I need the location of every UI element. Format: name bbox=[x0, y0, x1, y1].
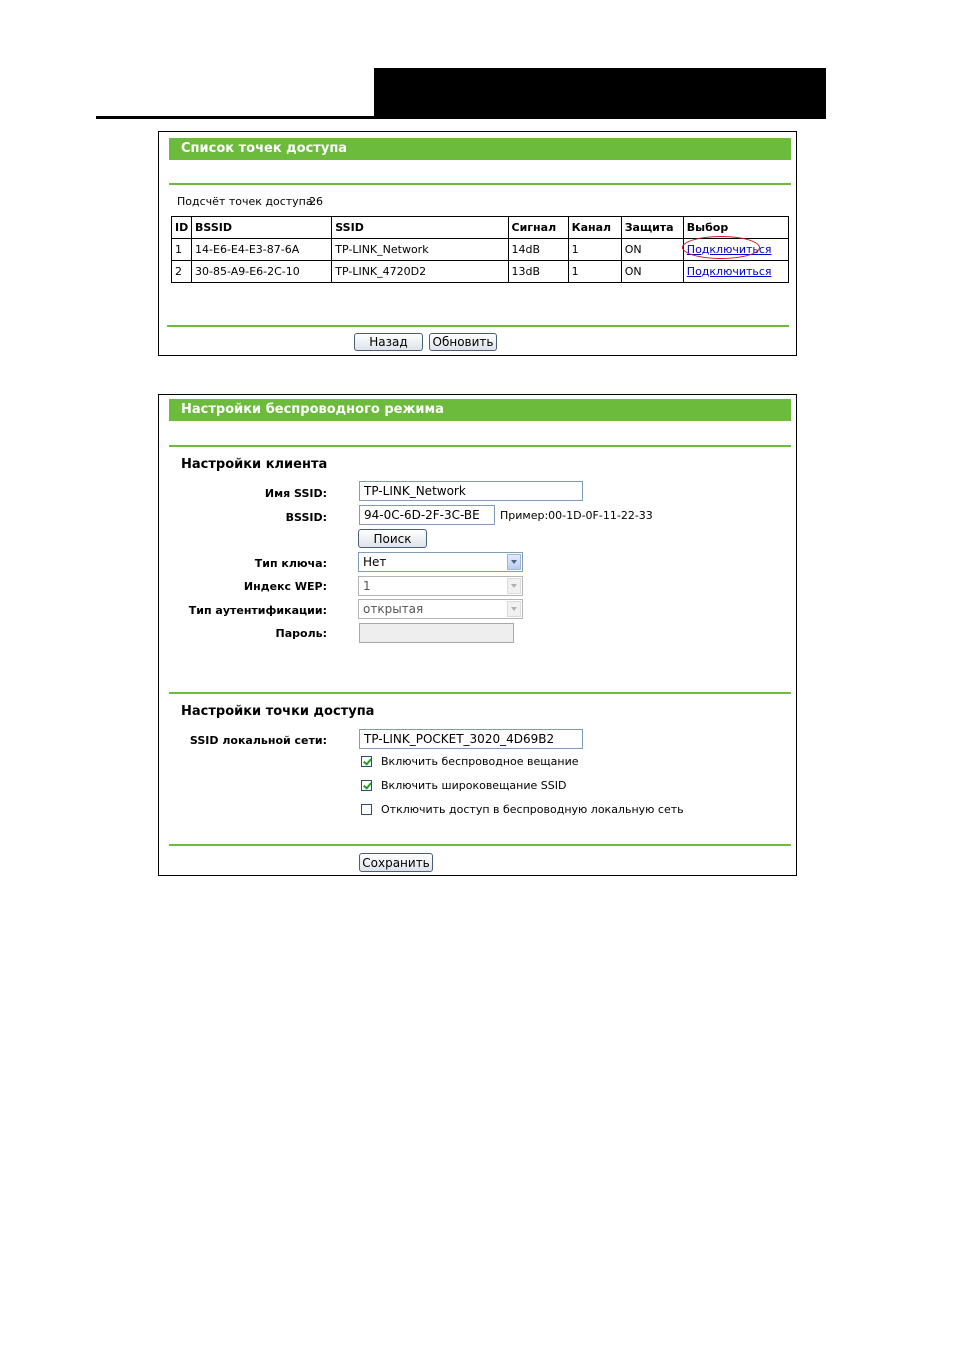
ap-table-header: ID BSSID SSID Сигнал Канал Защита Выбор bbox=[170, 216, 790, 239]
divider bbox=[169, 445, 791, 447]
local-ssid-label: SSID локальной сети: bbox=[189, 734, 327, 747]
wep-index-label: Индекс WEP: bbox=[243, 580, 327, 593]
ap-list-title: Список точек доступа bbox=[169, 138, 791, 160]
bssid-label: BSSID: bbox=[285, 511, 327, 524]
divider bbox=[169, 183, 791, 185]
key-type-select[interactable]: Нет bbox=[358, 552, 523, 572]
ssid-label: Имя SSID: bbox=[264, 487, 327, 500]
wep-index-select[interactable]: 1 bbox=[358, 576, 523, 596]
col-signal: Сигнал bbox=[507, 216, 569, 239]
table-row: 1 14-E6-E4-E3-87-6A TP-LINK_Network 14dB… bbox=[170, 236, 790, 261]
ssid-input[interactable] bbox=[359, 481, 583, 501]
auth-type-label: Тип аутентификации: bbox=[188, 604, 327, 617]
cell-action: Подключиться bbox=[682, 260, 790, 283]
header-rule bbox=[96, 116, 826, 119]
ap-count-label: Подсчёт точек доступа: bbox=[177, 195, 317, 208]
cell-channel: 1 bbox=[567, 260, 622, 283]
wireless-settings-panel: Настройки беспроводного режима Настройки… bbox=[158, 394, 797, 876]
wireless-title: Настройки беспроводного режима bbox=[169, 399, 791, 421]
ap-count-value: 26 bbox=[309, 195, 323, 208]
disable-access-label: Отключить доступ в беспроводную локальну… bbox=[381, 803, 684, 816]
chevron-down-icon[interactable] bbox=[507, 601, 521, 617]
back-button[interactable]: Назад bbox=[354, 333, 423, 351]
cell-bssid: 30-85-A9-E6-2C-10 bbox=[191, 260, 333, 283]
ap-table: ID BSSID SSID Сигнал Канал Защита Выбор … bbox=[170, 216, 790, 283]
broadcast-checkbox[interactable] bbox=[361, 756, 372, 767]
divider bbox=[169, 692, 791, 694]
search-button[interactable]: Поиск bbox=[358, 529, 427, 548]
connect-link[interactable]: Подключиться bbox=[681, 236, 772, 259]
header-black-bar bbox=[374, 68, 826, 117]
auth-type-select[interactable]: открытая bbox=[358, 599, 523, 619]
save-button[interactable]: Сохранить bbox=[359, 853, 433, 872]
auth-type-value: открытая bbox=[363, 602, 424, 616]
cell-security: ON bbox=[620, 238, 684, 261]
cell-id: 1 bbox=[170, 238, 193, 261]
broadcast-label: Включить беспроводное вещание bbox=[381, 755, 579, 768]
cell-signal: 14dB bbox=[507, 238, 569, 261]
disable-access-checkbox[interactable] bbox=[361, 804, 372, 815]
ssid-broadcast-label: Включить широковещание SSID bbox=[381, 779, 567, 792]
chevron-down-icon[interactable] bbox=[507, 578, 521, 594]
wep-index-value: 1 bbox=[363, 579, 371, 593]
bssid-example: Пример:00-1D-0F-11-22-33 bbox=[500, 509, 653, 522]
cell-channel: 1 bbox=[567, 238, 622, 261]
col-channel: Канал bbox=[567, 216, 622, 239]
col-security: Защита bbox=[620, 216, 684, 239]
chevron-down-icon[interactable] bbox=[507, 554, 521, 570]
cell-action: Подключиться bbox=[681, 236, 790, 261]
cell-bssid: 14-E6-E4-E3-87-6A bbox=[191, 238, 333, 261]
cell-security: ON bbox=[620, 260, 684, 283]
local-ssid-input[interactable] bbox=[359, 729, 583, 749]
ap-section-title: Настройки точки доступа bbox=[181, 704, 375, 719]
ssid-broadcast-checkbox[interactable] bbox=[361, 780, 372, 791]
refresh-button[interactable]: Обновить bbox=[429, 333, 497, 351]
connect-link[interactable]: Подключиться bbox=[687, 265, 772, 278]
col-action: Выбор bbox=[682, 216, 790, 239]
client-section-title: Настройки клиента bbox=[181, 457, 328, 472]
key-type-label: Тип ключа: bbox=[254, 557, 327, 570]
col-ssid: SSID bbox=[331, 216, 509, 239]
cell-ssid: TP-LINK_4720D2 bbox=[331, 260, 509, 283]
table-row: 2 30-85-A9-E6-2C-10 TP-LINK_4720D2 13dB … bbox=[170, 260, 790, 283]
col-bssid: BSSID bbox=[191, 216, 333, 239]
password-input[interactable] bbox=[359, 623, 514, 643]
ap-list-panel: Список точек доступа Подсчёт точек досту… bbox=[158, 131, 797, 356]
divider bbox=[167, 325, 789, 327]
divider bbox=[169, 844, 791, 846]
cell-id: 2 bbox=[170, 260, 193, 283]
bssid-input[interactable] bbox=[359, 505, 495, 525]
password-label: Пароль: bbox=[275, 627, 327, 640]
col-id: ID bbox=[170, 216, 193, 239]
cell-signal: 13dB bbox=[507, 260, 569, 283]
cell-ssid: TP-LINK_Network bbox=[331, 238, 509, 261]
key-type-value: Нет bbox=[363, 555, 387, 569]
